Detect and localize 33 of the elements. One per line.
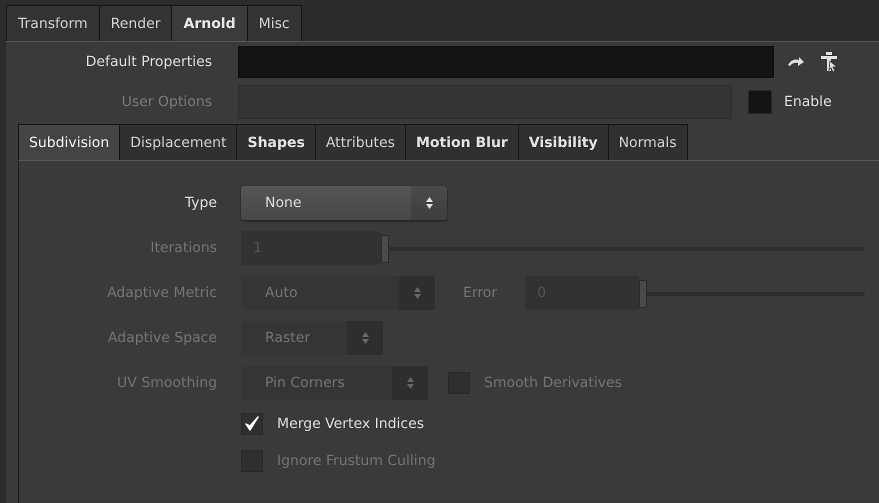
up-down-arrows-icon — [424, 196, 434, 210]
up-down-arrows-icon — [412, 286, 422, 300]
parameter-label: Type — [184, 195, 217, 211]
tab[interactable]: Arnold — [171, 5, 248, 41]
up-down-arrows-icon — [360, 331, 370, 345]
curved-arrow-icon[interactable] — [786, 55, 806, 69]
pin-icon[interactable] — [818, 51, 840, 73]
tab[interactable]: Transform — [6, 5, 100, 41]
checkbox[interactable] — [748, 90, 772, 114]
tab[interactable]: Visibility — [518, 124, 609, 160]
tab[interactable]: Motion Blur — [404, 124, 519, 160]
checkbox-label: Enable — [784, 94, 832, 110]
parameter-label: UV Smoothing — [117, 375, 217, 391]
tab[interactable]: Subdivision — [18, 124, 120, 160]
checkbox-label: Merge Vertex Indices — [277, 416, 424, 432]
tab[interactable]: Shapes — [236, 124, 316, 160]
parameter-label: Iterations — [150, 240, 217, 256]
checkbox[interactable] — [241, 413, 263, 435]
parameter-label: Error — [463, 285, 498, 301]
checkbox-label: Ignore Frustum Culling — [277, 453, 436, 469]
parameter-label: Adaptive Metric — [107, 285, 217, 301]
input-field[interactable] — [238, 46, 774, 78]
dropdown-menu[interactable]: None — [241, 186, 447, 220]
field-label: Default Properties — [84, 54, 213, 70]
tab[interactable]: Attributes — [314, 124, 406, 160]
up-down-arrows-icon — [406, 376, 414, 390]
tab[interactable]: Normals — [608, 124, 688, 160]
field-label: User Options — [120, 94, 213, 110]
tab[interactable]: Misc — [246, 5, 302, 41]
parameter-label: Adaptive Space — [108, 330, 217, 346]
checkbox-label: Smooth Derivatives — [484, 375, 622, 391]
tab[interactable]: Displacement — [119, 124, 238, 160]
tab[interactable]: Render — [98, 5, 172, 41]
